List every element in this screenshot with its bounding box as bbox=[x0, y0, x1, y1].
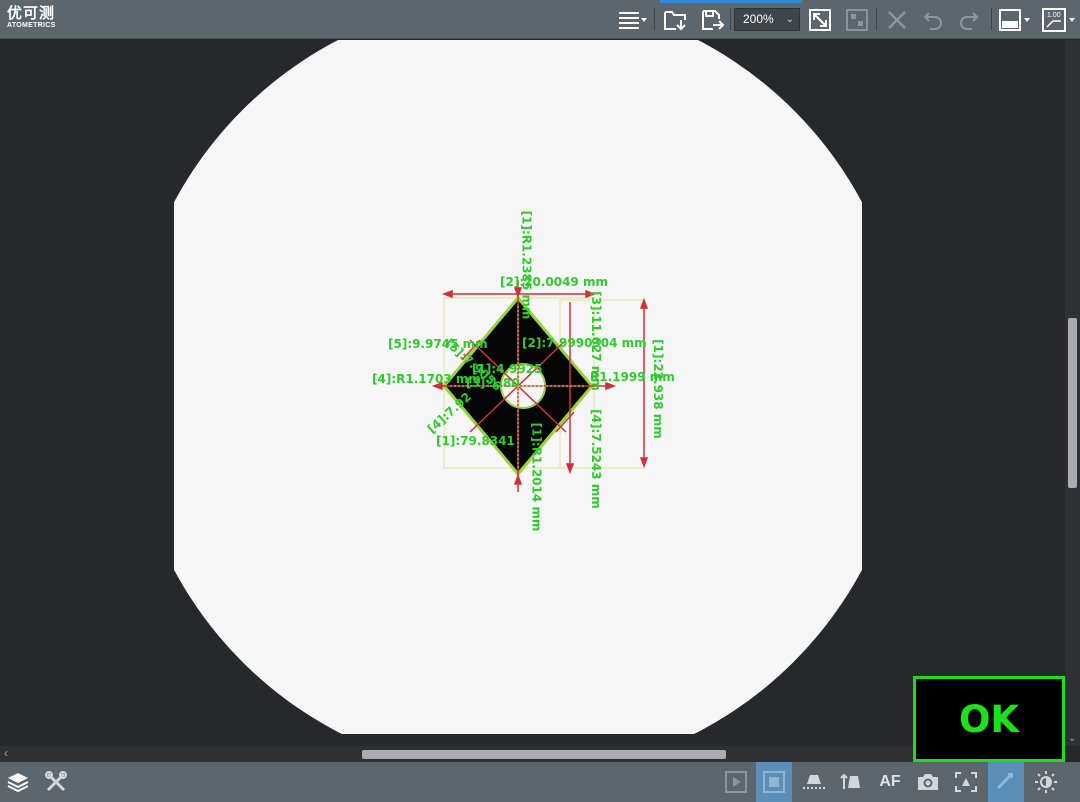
toolbar-separator bbox=[730, 8, 731, 30]
play-icon bbox=[725, 771, 747, 793]
vertical-scroll-thumb[interactable] bbox=[1068, 318, 1077, 488]
camera-icon bbox=[918, 774, 938, 790]
image-viewport[interactable]: [1]:R1.2385 mm [2]:20.0049 mm [5]:9.9745… bbox=[0, 40, 1065, 746]
result-status-text: OK bbox=[958, 697, 1020, 741]
measurement-label[interactable]: [1]:79.8341 bbox=[436, 434, 515, 448]
measurement-label[interactable]: [2]:7.9990304 mm bbox=[522, 336, 647, 350]
measurement-label[interactable]: [1]:22.938 mm bbox=[651, 339, 665, 439]
scale-button[interactable]: 1.00 bbox=[1040, 6, 1078, 33]
light-ring-icon bbox=[803, 775, 825, 789]
measurement-label[interactable]: [4]:R1.1703 mm bbox=[372, 372, 481, 386]
stop-icon bbox=[763, 771, 785, 793]
logo-en: ATOMETRICS bbox=[7, 22, 56, 29]
chevron-left-icon[interactable]: ‹ bbox=[4, 746, 8, 760]
capture-frame-button[interactable] bbox=[948, 762, 984, 802]
measurement-label[interactable]: [2]:20.0049 mm bbox=[500, 275, 608, 289]
autofocus-button[interactable]: AF bbox=[872, 762, 908, 802]
fill-button[interactable] bbox=[996, 6, 1034, 33]
measurement-label[interactable]: [4]:7.5243 mm bbox=[589, 409, 603, 509]
measurement-label[interactable]: [1]:R1.2014 mm bbox=[529, 423, 543, 532]
redo-button[interactable] bbox=[954, 6, 984, 33]
light-bar-icon bbox=[840, 773, 860, 789]
tools-icon bbox=[45, 771, 67, 792]
chevron-down-icon[interactable]: ⌄ bbox=[1068, 733, 1076, 744]
chevron-down-icon: ⌄ bbox=[785, 14, 794, 25]
measurement-label[interactable]: [1]:R1.2385 mm bbox=[519, 211, 533, 320]
autofocus-icon: AF bbox=[879, 773, 901, 790]
menu-icon bbox=[619, 11, 647, 29]
top-toolbar: 优可测 ATOMETRICS 200% ⌄ 1.00 bbox=[0, 0, 1080, 39]
select-all-button[interactable] bbox=[842, 6, 872, 33]
bottom-toolbar: AF bbox=[0, 762, 1080, 802]
bar-light-button[interactable] bbox=[834, 762, 870, 802]
brightness-icon bbox=[1035, 771, 1057, 793]
toolbar-separator bbox=[654, 8, 655, 30]
active-tab-indicator bbox=[660, 0, 802, 3]
fill-icon bbox=[999, 8, 1030, 31]
menu-button[interactable] bbox=[614, 6, 650, 33]
edge-icon bbox=[996, 772, 1014, 790]
redo-icon bbox=[960, 11, 979, 30]
capture-frame-icon bbox=[955, 772, 977, 792]
scale-ruler-icon: 1.00 bbox=[1042, 7, 1075, 32]
edge-tool-button[interactable] bbox=[988, 762, 1024, 802]
open-button[interactable] bbox=[660, 6, 690, 33]
measurement-label[interactable]: [5]:9.9745 mm bbox=[388, 337, 488, 351]
delete-icon bbox=[888, 10, 906, 29]
ring-light-button[interactable] bbox=[796, 762, 832, 802]
open-folder-icon bbox=[664, 10, 686, 30]
stop-button[interactable] bbox=[756, 762, 792, 802]
measurement-label[interactable]: [3]:11.627 mm bbox=[589, 291, 603, 391]
save-export-icon bbox=[702, 9, 725, 30]
select-all-icon bbox=[846, 8, 868, 31]
horizontal-scrollbar[interactable]: ‹ bbox=[0, 746, 1065, 762]
horizontal-scroll-thumb[interactable] bbox=[362, 750, 726, 759]
vertical-scrollbar[interactable]: ⌄ bbox=[1065, 40, 1080, 746]
zoom-value: 200% bbox=[743, 12, 774, 26]
logo-cn: 优可测 bbox=[7, 5, 56, 22]
result-status-box: OK bbox=[913, 676, 1065, 762]
layers-button[interactable] bbox=[0, 762, 36, 802]
camera-button[interactable] bbox=[910, 762, 946, 802]
undo-icon bbox=[923, 11, 942, 30]
fit-view-icon bbox=[809, 8, 831, 31]
play-button[interactable] bbox=[718, 762, 754, 802]
measurement-canvas bbox=[174, 40, 862, 734]
brightness-button[interactable] bbox=[1028, 762, 1064, 802]
tools-button[interactable] bbox=[38, 762, 74, 802]
save-button[interactable] bbox=[697, 6, 727, 33]
toolbar-separator bbox=[876, 8, 877, 30]
app-logo: 优可测 ATOMETRICS bbox=[7, 6, 56, 29]
undo-button[interactable] bbox=[918, 6, 948, 33]
toolbar-separator bbox=[991, 8, 992, 30]
layers-icon bbox=[7, 773, 29, 793]
delete-button[interactable] bbox=[882, 6, 912, 33]
fit-view-button[interactable] bbox=[805, 6, 835, 33]
scale-label: 1.00 bbox=[1047, 12, 1061, 19]
zoom-select[interactable]: 200% ⌄ bbox=[734, 8, 800, 31]
